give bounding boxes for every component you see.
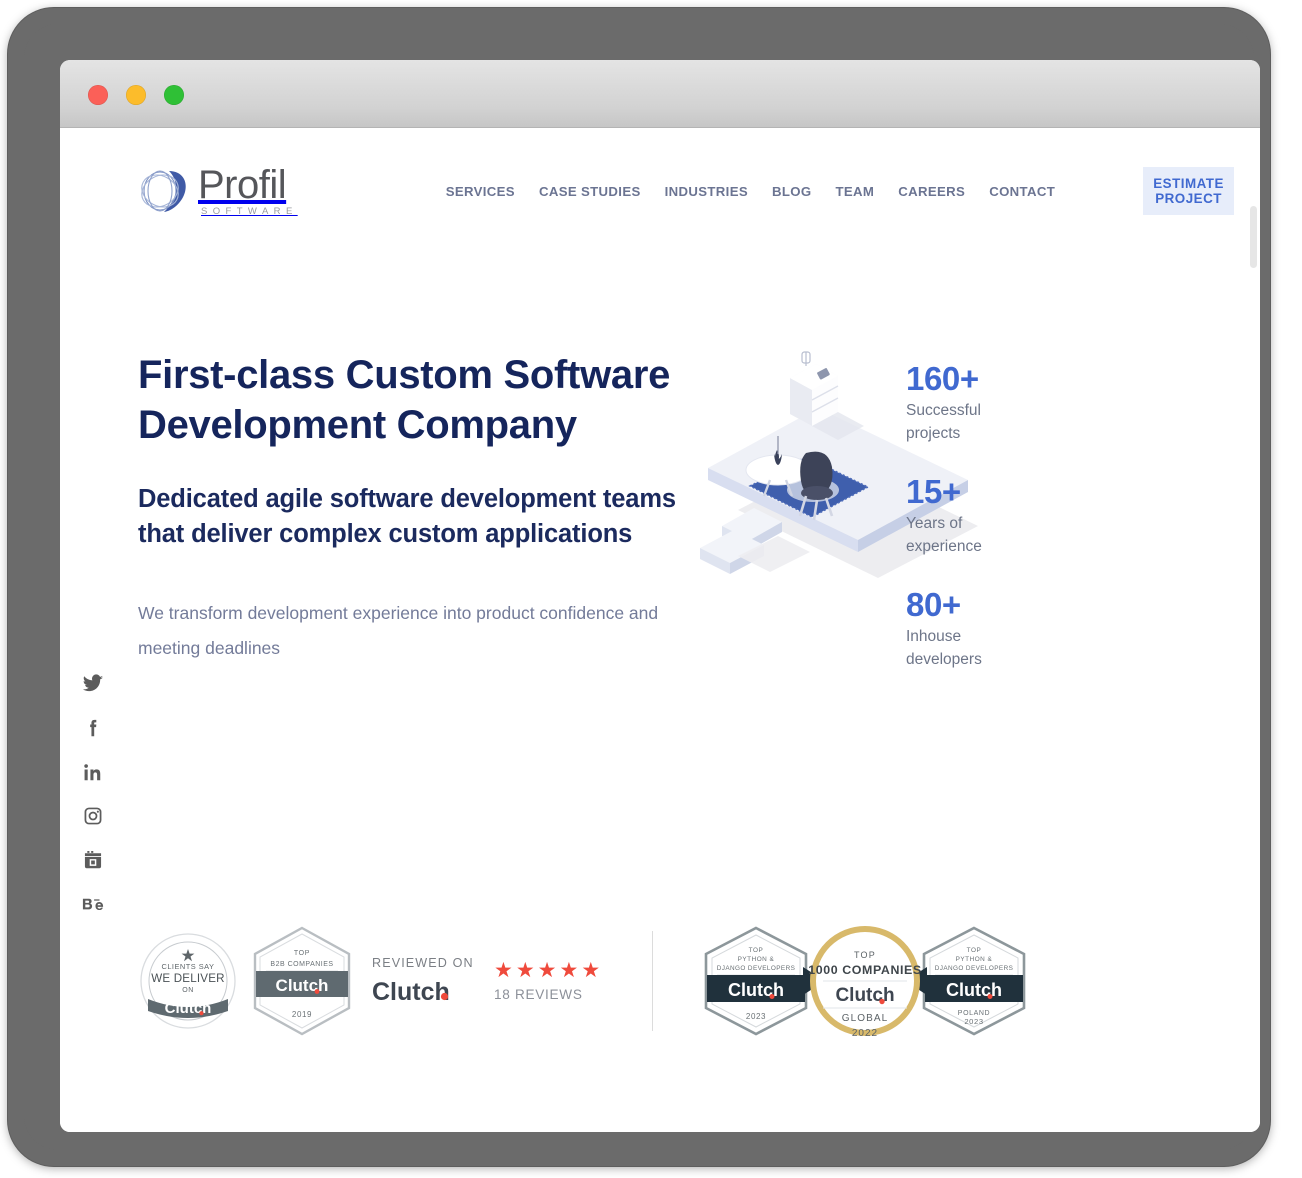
stats-list: 160+ Successful projects 15+ Years of ex… [906, 360, 1011, 672]
badge-line3: GLOBAL [842, 1013, 889, 1024]
close-button[interactable] [88, 85, 108, 105]
stat-inhouse-developers: 80+ Inhouse developers [906, 586, 1011, 671]
star-icon: ★ [559, 959, 579, 982]
clutch-logo: Clutch [372, 977, 480, 1007]
badge-region: POLAND [958, 1010, 990, 1017]
badge-line2: PYTHON & [738, 956, 775, 963]
badge-top-python-django-2023[interactable]: TOP PYTHON & DJANGO DEVELOPERS Clutch 20… [701, 925, 811, 1037]
badge-line1: TOP [854, 950, 876, 960]
youtube-icon[interactable] [82, 849, 104, 871]
browser-titlebar [60, 60, 1260, 128]
social-links-rail [82, 673, 104, 915]
nav-item-case-studies[interactable]: CASE STUDIES [539, 184, 641, 199]
nav-item-services[interactable]: SERVICES [446, 184, 515, 199]
badge-group-left: CLIENTS SAY WE DELIVER ON Clutch TOP B2B… [138, 925, 600, 1037]
badge-brand: Clutch [946, 980, 1002, 1000]
badge-top-python-django-poland-2023[interactable]: TOP PYTHON & DJANGO DEVELOPERS Clutch PO… [919, 925, 1029, 1037]
badge-brand: Clutch [728, 980, 784, 1000]
scrollbar-thumb[interactable] [1250, 206, 1257, 268]
stat-value: 160+ [906, 360, 979, 397]
badge-line1: CLIENTS SAY [161, 962, 214, 971]
badge-clients-say-we-deliver[interactable]: CLIENTS SAY WE DELIVER ON Clutch [138, 929, 238, 1033]
star-icon: ★ [515, 959, 535, 982]
stat-label: Inhouse developers [906, 628, 982, 668]
zoom-button[interactable] [164, 85, 184, 105]
badge-line2: WE DELIVER [151, 972, 225, 985]
stat-label: Successful projects [906, 401, 981, 442]
clutch-review-summary: REVIEWED ON Clutch ★ ★ ★ ★ ★ 18 REVIEWS [372, 956, 600, 1007]
stat-successful-projects: 160+ Successful projects [906, 360, 1011, 445]
star-rating: ★ ★ ★ ★ ★ [494, 960, 600, 981]
browser-window: Profil SOFTWARE SERVICES CASE STUDIES IN… [60, 60, 1260, 1132]
stat-years-experience: 15+ Years of experience [906, 473, 1011, 558]
hero-description: We transform development experience into… [138, 603, 659, 659]
hero-subtitle: Dedicated agile software development tea… [138, 485, 676, 549]
clutch-wordmark: Clutch [372, 978, 450, 1006]
badge-year: 2019 [292, 1010, 312, 1019]
badge-brand: Clutch [165, 1000, 212, 1017]
badge-top-1000-companies-global-2022[interactable]: TOP 1000 COMPANIES Clutch GLOBAL 2022 [799, 920, 931, 1042]
nav-item-contact[interactable]: CONTACT [989, 184, 1055, 199]
badge-year: 2023 [964, 1017, 983, 1026]
review-count: 18 REVIEWS [494, 987, 583, 1002]
page-title: First-class Custom Software Development … [138, 353, 671, 447]
page-viewport: Profil SOFTWARE SERVICES CASE STUDIES IN… [60, 128, 1260, 1132]
nav-item-careers[interactable]: CAREERS [898, 184, 965, 199]
hero-section: First-class Custom Software Development … [60, 232, 1260, 668]
minimize-button[interactable] [126, 85, 146, 105]
page-scrollbar[interactable] [1246, 128, 1260, 1132]
hero-visual: 160+ Successful projects 15+ Years of ex… [678, 350, 1260, 668]
reviewed-on-label: REVIEWED ON [372, 955, 474, 970]
logo-wordmark: Profil [198, 163, 287, 208]
nav-item-blog[interactable]: BLOG [772, 184, 812, 199]
badge-line2: PYTHON & [956, 956, 993, 963]
stat-value: 15+ [906, 473, 961, 511]
nav-item-team[interactable]: TEAM [836, 184, 875, 199]
badge-line1: TOP [749, 947, 764, 954]
badge-line2: 1000 COMPANIES [808, 963, 922, 977]
main-navigation: SERVICES CASE STUDIES INDUSTRIES BLOG TE… [446, 184, 1055, 199]
badge-line2: B2B COMPANIES [270, 961, 333, 968]
instagram-icon[interactable] [82, 805, 104, 827]
star-icon: ★ [494, 959, 513, 982]
badge-line3: DJANGO DEVELOPERS [717, 965, 796, 972]
site-header: Profil SOFTWARE SERVICES CASE STUDIES IN… [60, 128, 1260, 232]
behance-icon[interactable] [82, 893, 104, 915]
badge-year: 2023 [746, 1012, 766, 1021]
badge-line1: TOP [967, 947, 982, 954]
monitor-bezel: Profil SOFTWARE SERVICES CASE STUDIES IN… [8, 8, 1270, 1166]
badge-line3: DJANGO DEVELOPERS [935, 965, 1014, 972]
badge-top-b2b-companies-2019[interactable]: TOP B2B COMPANIES Clutch 2019 [250, 925, 354, 1037]
badge-year: 2022 [852, 1028, 878, 1039]
badge-line1: TOP [294, 950, 310, 957]
badge-line3: ON [182, 987, 194, 994]
logo-link[interactable]: Profil SOFTWARE [138, 165, 298, 217]
twitter-icon[interactable] [82, 673, 104, 695]
stat-value: 80+ [906, 586, 961, 624]
hero-copy: First-class Custom Software Development … [138, 350, 678, 666]
stat-label: Years of experience [906, 515, 982, 555]
badge-divider [652, 931, 654, 1031]
linkedin-icon[interactable] [82, 761, 104, 783]
star-icon: ★ [537, 959, 557, 982]
star-icon: ★ [581, 959, 601, 982]
estimate-project-button[interactable]: ESTIMATE PROJECT [1143, 167, 1234, 215]
badge-brand: Clutch [836, 985, 895, 1006]
badge-group-right: TOP PYTHON & DJANGO DEVELOPERS Clutch 20… [701, 920, 1029, 1042]
awards-badges: CLIENTS SAY WE DELIVER ON Clutch TOP B2B… [138, 920, 1029, 1042]
profil-swirl-icon [138, 167, 192, 215]
badge-brand: Clutch [276, 976, 329, 995]
logo-subtext: SOFTWARE [201, 206, 298, 218]
nav-item-industries[interactable]: INDUSTRIES [665, 184, 748, 199]
facebook-icon[interactable] [82, 717, 104, 739]
